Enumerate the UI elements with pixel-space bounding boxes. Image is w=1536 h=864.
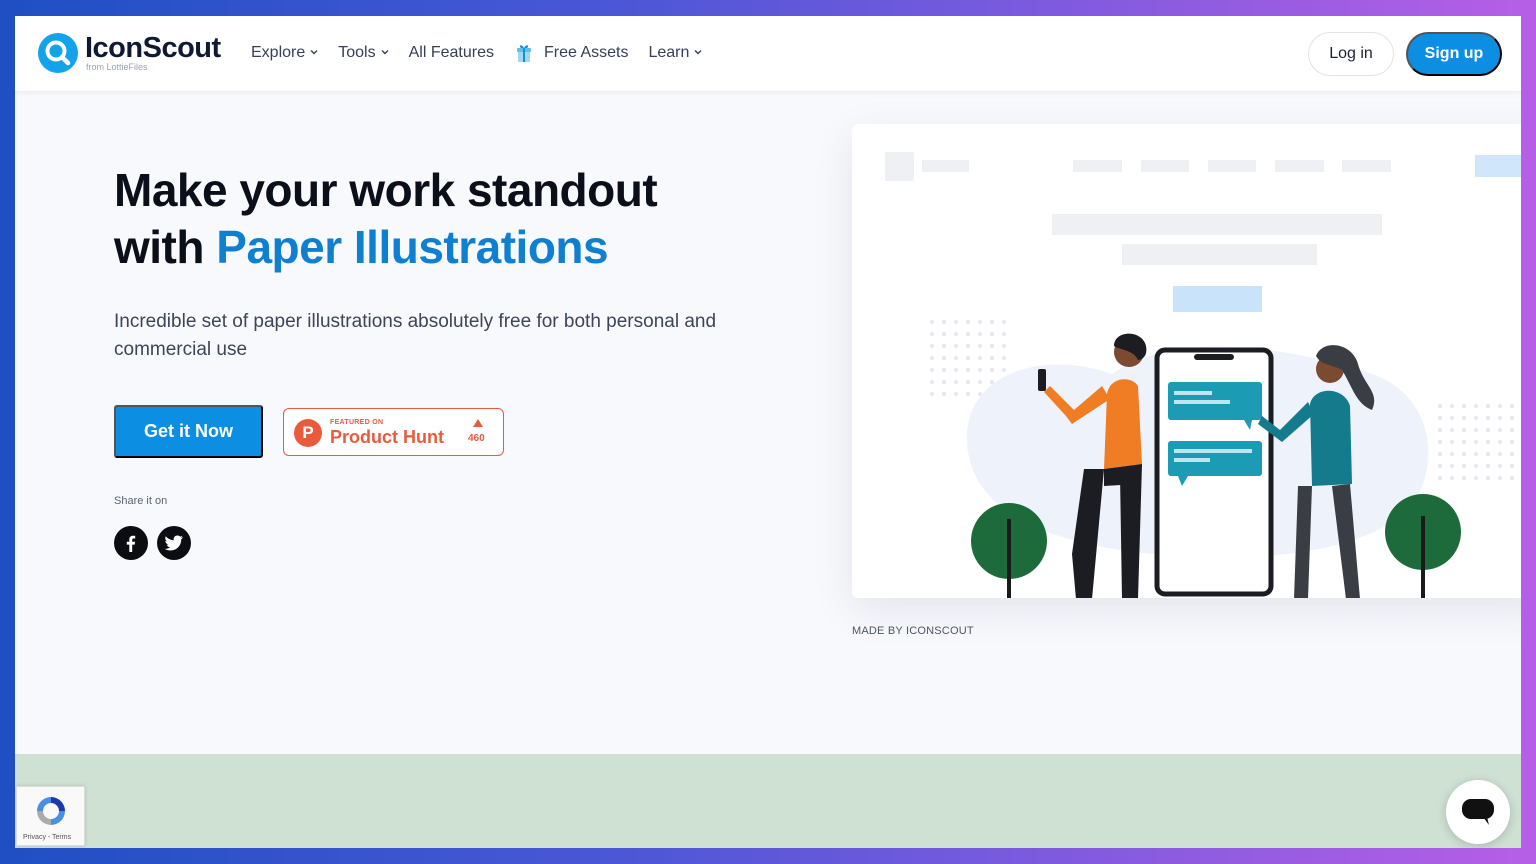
upvote-arrow-icon [473, 419, 483, 427]
nav-free-assets[interactable]: Free Assets [514, 43, 628, 63]
nav-explore-label: Explore [251, 44, 306, 61]
facebook-icon [126, 535, 136, 552]
illustration-caption: MADE BY ICONSCOUT [852, 625, 974, 637]
hero-subtext: Incredible set of paper illustrations ab… [114, 311, 717, 360]
paper-illustration [885, 152, 1521, 598]
headline-accent: Paper Illustrations [216, 221, 609, 273]
nav-explore[interactable]: Explore [251, 44, 318, 62]
producthunt-logo-icon: P [294, 419, 322, 447]
nav-all-features[interactable]: All Features [409, 44, 494, 62]
login-button[interactable]: Log in [1308, 32, 1394, 76]
site-header: IconScout from LottieFiles Explore Tools… [15, 16, 1521, 92]
browser-viewport: IconScout from LottieFiles Explore Tools… [15, 16, 1521, 848]
next-section-band [15, 754, 1521, 848]
nav-learn-label: Learn [648, 44, 690, 61]
ph-vote-count: 460 [468, 433, 485, 444]
share-label: Share it on [114, 495, 168, 507]
headline-line1: Make your work standout [114, 164, 658, 216]
recaptcha-badge[interactable]: Privacy - Terms [16, 786, 85, 846]
chevron-down-icon [694, 50, 702, 55]
nav-tools[interactable]: Tools [338, 44, 389, 62]
nav-learn[interactable]: Learn [648, 44, 702, 62]
get-it-now-button[interactable]: Get it Now [114, 405, 263, 458]
hero-headline: Make your work standout with Paper Illus… [114, 162, 754, 276]
main-nav: Explore Tools All Features Free Assets L… [251, 43, 722, 63]
logo-subtitle: from LottieFiles [86, 62, 148, 72]
nav-tools-label: Tools [338, 44, 376, 61]
recaptcha-icon [37, 797, 65, 825]
logo-wordmark: IconScout [85, 32, 221, 64]
ph-name: Product Hunt [330, 427, 444, 447]
twitter-icon [164, 535, 183, 551]
chat-icon [1462, 799, 1494, 825]
chevron-down-icon [381, 50, 389, 55]
nav-free-assets-label: Free Assets [543, 44, 629, 61]
facebook-share-button[interactable] [114, 526, 148, 560]
ph-featured-label: FEATURED ON [330, 419, 384, 426]
headline-prefix: with [114, 221, 204, 273]
illustration-card [852, 124, 1521, 598]
iconscout-logo[interactable]: IconScout from LottieFiles [37, 32, 237, 76]
chevron-down-icon [310, 50, 318, 55]
logo-search-icon [38, 33, 78, 73]
recaptcha-links[interactable]: Privacy - Terms [23, 834, 71, 841]
twitter-share-button[interactable] [157, 526, 191, 560]
producthunt-badge[interactable]: P FEATURED ON Product Hunt 460 [283, 408, 504, 456]
signup-button[interactable]: Sign up [1406, 32, 1502, 76]
nav-all-features-label: All Features [408, 44, 494, 61]
chat-widget-button[interactable] [1446, 780, 1510, 844]
gift-icon [516, 45, 531, 62]
